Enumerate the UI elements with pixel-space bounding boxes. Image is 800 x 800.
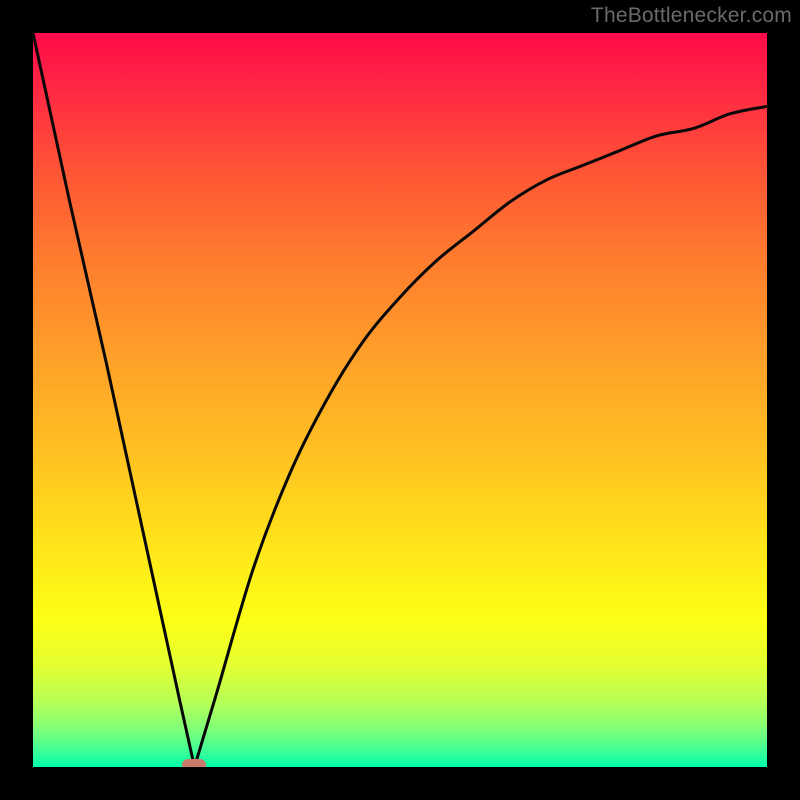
bottleneck-curve <box>33 33 767 767</box>
watermark-text: TheBottlenecker.com <box>591 4 792 28</box>
chart-frame: TheBottlenecker.com <box>0 0 800 800</box>
plot-area <box>33 33 767 767</box>
curve-svg <box>33 33 767 767</box>
min-marker <box>182 759 206 767</box>
